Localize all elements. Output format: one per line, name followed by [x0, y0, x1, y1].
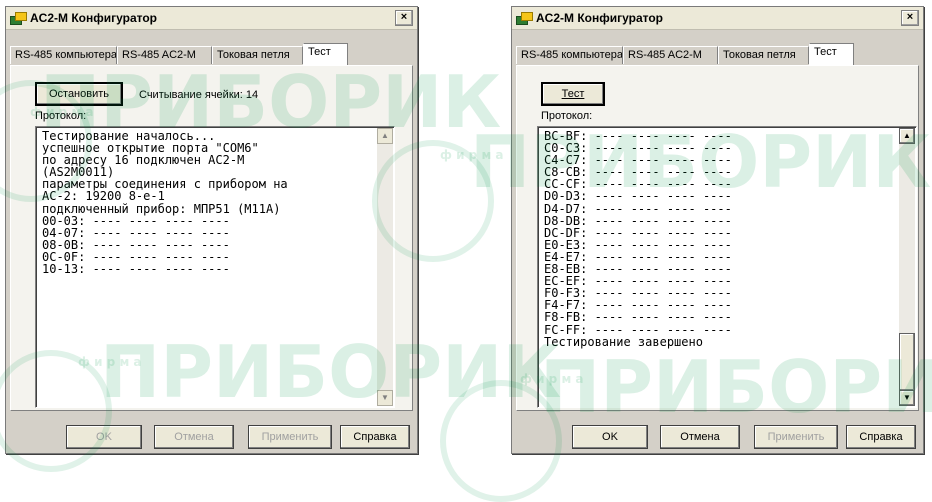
log-line: 00-03: ---- ---- ---- ---- — [42, 213, 230, 228]
log-line: D8-DB: ---- ---- ---- ---- — [544, 213, 732, 228]
tab-test[interactable]: Тест — [809, 43, 854, 65]
test-button-label: Тест — [561, 88, 585, 100]
scroll-up-arrow-icon[interactable]: ▲ — [377, 128, 393, 144]
scroll-thumb[interactable] — [899, 333, 915, 391]
tab-strip: RS-485 компьютера RS-485 AC2-M Токовая п… — [516, 43, 919, 65]
tab-rs485-ac2m[interactable]: RS-485 AC2-M — [623, 46, 718, 64]
help-button[interactable]: Справка — [340, 425, 410, 449]
log-scrollbar[interactable]: ▲ ▼ — [899, 128, 915, 406]
log-line: D4-D7: ---- ---- ---- ---- — [544, 201, 732, 216]
stop-button-label: Остановить — [48, 88, 110, 100]
test-panel: Тест Протокол: BC-BF: ---- ---- ---- ---… — [516, 65, 919, 411]
help-button[interactable]: Справка — [846, 425, 916, 449]
scroll-down-arrow-icon[interactable]: ▼ — [899, 390, 915, 406]
log-line: Тестирование завершено — [544, 334, 703, 349]
title-bar[interactable]: AC2-M Конфигуратор × — [512, 7, 923, 30]
app-icon — [516, 11, 533, 25]
protocol-label: Протокол: — [35, 110, 87, 122]
log-scrollbar[interactable]: ▲ ▼ — [377, 128, 393, 406]
cancel-button[interactable]: Отмена — [660, 425, 740, 449]
ok-button[interactable]: OK — [66, 425, 142, 449]
test-button[interactable]: Тест — [541, 82, 605, 106]
ok-button[interactable]: OK — [572, 425, 648, 449]
app-icon — [10, 11, 27, 25]
window-title: AC2-M Конфигуратор — [30, 11, 158, 25]
tab-rs485-computer[interactable]: RS-485 компьютера — [516, 46, 623, 64]
tab-current-loop[interactable]: Токовая петля — [212, 46, 303, 64]
protocol-log[interactable]: BC-BF: ---- ---- ---- ---- C0-C3: ---- --… — [537, 126, 917, 408]
stop-button[interactable]: Остановить — [35, 82, 123, 106]
tab-rs485-ac2m[interactable]: RS-485 AC2-M — [117, 46, 212, 64]
protocol-label: Протокол: — [541, 110, 593, 122]
watermark-prefix: ф и р м а — [440, 148, 504, 162]
log-line: AC-2: 19200 8-e-1 — [42, 189, 165, 204]
protocol-log[interactable]: Тестирование началось... успешное открыти… — [35, 126, 395, 408]
tab-current-loop[interactable]: Токовая петля — [718, 46, 809, 64]
close-button[interactable]: × — [395, 10, 413, 26]
configurator-window-right: AC2-M Конфигуратор × RS-485 компьютера R… — [511, 6, 924, 454]
apply-button[interactable]: Применить — [248, 425, 332, 449]
test-panel: Остановить Считывание ячейки: 14 Протоко… — [10, 65, 413, 411]
close-button[interactable]: × — [901, 10, 919, 26]
status-text: Считывание ячейки: 14 — [139, 89, 259, 101]
log-lines: BC-BF: ---- ---- ---- ---- C0-C3: ---- --… — [544, 130, 732, 348]
tab-strip: RS-485 компьютера RS-485 AC2-M Токовая п… — [10, 43, 413, 65]
log-line: 10-13: ---- ---- ---- ---- — [42, 262, 230, 277]
tab-rs485-computer[interactable]: RS-485 компьютера — [10, 46, 117, 64]
log-line: D0-D3: ---- ---- ---- ---- — [544, 189, 732, 204]
log-line: F8-FB: ---- ---- ---- ---- — [544, 310, 732, 325]
scroll-down-arrow-icon[interactable]: ▼ — [377, 390, 393, 406]
log-lines: Тестирование началось... успешное открыти… — [42, 130, 288, 275]
configurator-window-left: AC2-M Конфигуратор × RS-485 компьютера R… — [5, 6, 418, 454]
tab-test[interactable]: Тест — [303, 43, 348, 65]
apply-button[interactable]: Применить — [754, 425, 838, 449]
title-bar[interactable]: AC2-M Конфигуратор × — [6, 7, 417, 30]
window-title: AC2-M Конфигуратор — [536, 11, 664, 25]
log-line: FC-FF: ---- ---- ---- ---- — [544, 322, 732, 337]
log-line: подключенный прибор: МПР51 (M11A) — [42, 201, 281, 216]
cancel-button[interactable]: Отмена — [154, 425, 234, 449]
scroll-up-arrow-icon[interactable]: ▲ — [899, 128, 915, 144]
